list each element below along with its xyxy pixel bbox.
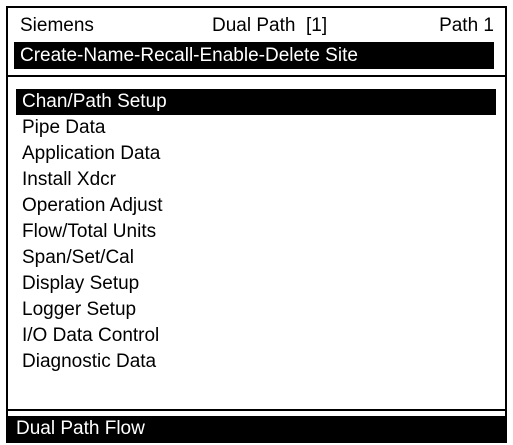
menu-item-logger-setup[interactable]: Logger Setup [16, 297, 496, 323]
status-bar: Dual Path Flow [8, 416, 505, 441]
menu-item-application-data[interactable]: Application Data [16, 141, 496, 167]
menu-list: Chan/Path Setup Pipe Data Application Da… [16, 89, 496, 375]
mode-label: Dual Path [1] [212, 15, 328, 36]
menu-item-span-set-cal[interactable]: Span/Set/Cal [16, 245, 496, 271]
meter-display: Siemens Dual Path [1] Path 1 Create-Name… [6, 6, 507, 443]
menu-item-io-data-control[interactable]: I/O Data Control [16, 323, 496, 349]
menu-item-diagnostic-data[interactable]: Diagnostic Data [16, 349, 496, 375]
menu-item-install-xdcr[interactable]: Install Xdcr [16, 167, 496, 193]
menu-item-flow-total-units[interactable]: Flow/Total Units [16, 219, 496, 245]
vendor-label: Siemens [20, 15, 94, 36]
header-line: Siemens Dual Path [1] Path 1 [16, 14, 496, 38]
menu-item-pipe-data[interactable]: Pipe Data [16, 115, 496, 141]
menu-item-operation-adjust[interactable]: Operation Adjust [16, 193, 496, 219]
main-menu: Chan/Path Setup Pipe Data Application Da… [8, 75, 505, 411]
menu-item-chan-path-setup[interactable]: Chan/Path Setup [16, 89, 496, 115]
path-label: Path 1 [439, 15, 494, 36]
site-menu-bar[interactable]: Create-Name-Recall-Enable-Delete Site [14, 42, 494, 69]
menu-item-display-setup[interactable]: Display Setup [16, 271, 496, 297]
